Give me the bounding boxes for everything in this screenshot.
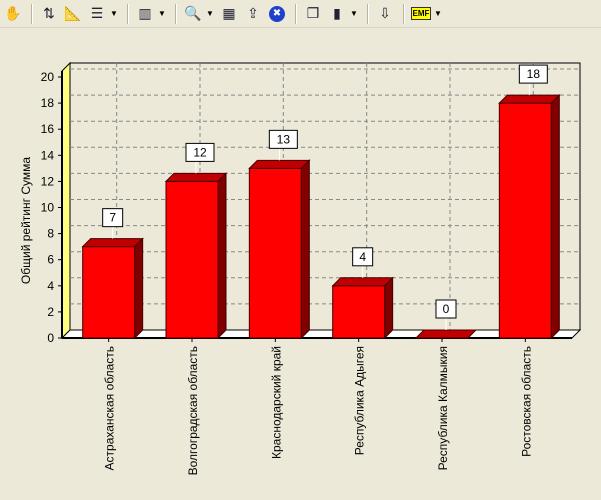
- y-tick-label: 16: [41, 122, 55, 136]
- y-tick-label: 6: [47, 253, 54, 267]
- y-tick-label: 2: [47, 305, 54, 319]
- toolbar-separator: [403, 3, 405, 24]
- export-icon: ⇩: [379, 5, 391, 21]
- dropdown-arrow-icon[interactable]: ▼: [350, 9, 358, 18]
- x-tick-label: Астраханская область: [103, 346, 117, 470]
- data-label: 18: [527, 67, 541, 81]
- left-wall: [61, 61, 71, 340]
- dropdown-arrow-icon[interactable]: ▼: [110, 9, 118, 18]
- bar-top: [81, 238, 144, 248]
- toolbar-separator: [31, 3, 33, 24]
- toolbar: ✋ ⇅ 📐 ☰ ▼ ▥ ▼ 🔍 ▼ ▦ ⇪ ✖ ❐ ▮ ▼ ⇩ EMF ▼: [0, 0, 601, 28]
- y-tick-label: 12: [41, 174, 55, 188]
- bar: [82, 246, 136, 339]
- zoom-icon: 🔍: [184, 5, 202, 21]
- axis-settings-button[interactable]: ⇅: [38, 3, 60, 25]
- sort-icon: ⇪: [247, 5, 259, 21]
- dropdown-arrow-icon[interactable]: ▼: [434, 9, 442, 18]
- data-label: 13: [277, 132, 291, 146]
- bar-chart: 0 2 4 6 8 10 12 14 16 18 20 7 Астраханская область 12…: [19, 61, 582, 475]
- bar: [248, 167, 302, 339]
- y-tick-label: 4: [47, 279, 54, 293]
- dropdown-arrow-icon[interactable]: ▼: [206, 9, 214, 18]
- x-tick-label: Волгоградская область: [186, 346, 200, 475]
- x-tick-label: Краснодарский край: [269, 346, 283, 459]
- sort-button[interactable]: ⇪: [242, 3, 264, 25]
- grid-pivot-button[interactable]: ▦: [218, 3, 240, 25]
- grid-pivot-icon: ▦: [222, 5, 236, 21]
- toolbar-separator: [175, 3, 177, 24]
- toolbar-separator: [295, 3, 297, 24]
- bar-side: [300, 159, 310, 340]
- data-label: 4: [359, 250, 366, 264]
- y-tick-label: 8: [47, 227, 54, 241]
- chart-type-button[interactable]: ▥: [134, 3, 156, 25]
- toolbar-separator: [367, 3, 369, 24]
- hand-button[interactable]: ✋: [2, 3, 24, 25]
- bar-colors-icon: ▮: [333, 5, 341, 21]
- legend-icon: ☰: [90, 5, 104, 21]
- bar-top: [331, 277, 394, 287]
- copy-button[interactable]: ❐: [302, 3, 324, 25]
- hand-icon: ✋: [4, 5, 22, 21]
- data-label: 0: [443, 302, 450, 316]
- dropdown-arrow-icon[interactable]: ▼: [158, 9, 166, 18]
- bar-top: [498, 94, 561, 104]
- bar-side: [384, 276, 394, 340]
- bar-side: [217, 172, 227, 340]
- bar: [332, 285, 386, 339]
- bar-top: [248, 159, 311, 169]
- close-circle-button[interactable]: ✖: [266, 3, 288, 25]
- ruler-icon: 📐: [64, 5, 82, 21]
- close-circle-icon: ✖: [269, 5, 285, 22]
- x-tick-label: Республика Адыгея: [353, 346, 367, 455]
- data-label: 12: [193, 145, 207, 159]
- x-tick-label: Республика Калмыкия: [436, 346, 450, 470]
- zoom-button[interactable]: 🔍: [182, 3, 204, 25]
- chart-type-icon: ▥: [138, 5, 152, 21]
- axis-settings-icon: ⇅: [43, 5, 55, 21]
- y-tick-label: 14: [41, 148, 55, 162]
- copy-icon: ❐: [306, 5, 320, 21]
- toolbar-separator: [127, 3, 129, 24]
- bar: [498, 102, 552, 339]
- export-button[interactable]: ⇩: [374, 3, 396, 25]
- legend-button[interactable]: ☰: [86, 3, 108, 25]
- bar-top: [414, 329, 478, 339]
- bar-side: [134, 237, 144, 340]
- y-tick-label: 20: [41, 70, 55, 84]
- bar: [165, 180, 219, 339]
- y-tick-label: 0: [47, 331, 54, 345]
- y-axis-label: Общий рейтинг Сумма: [19, 157, 33, 284]
- ruler-button[interactable]: 📐: [62, 3, 84, 25]
- data-label: 7: [109, 211, 116, 225]
- bar-side: [550, 93, 560, 340]
- x-tick-label: Ростовская область: [519, 346, 533, 457]
- y-tick-label: 10: [41, 201, 55, 215]
- emf-icon: EMF: [410, 7, 432, 20]
- bar-top: [164, 172, 228, 182]
- bar-colors-button[interactable]: ▮: [326, 3, 348, 25]
- emf-button[interactable]: EMF: [410, 3, 432, 25]
- y-tick-label: 18: [41, 96, 55, 110]
